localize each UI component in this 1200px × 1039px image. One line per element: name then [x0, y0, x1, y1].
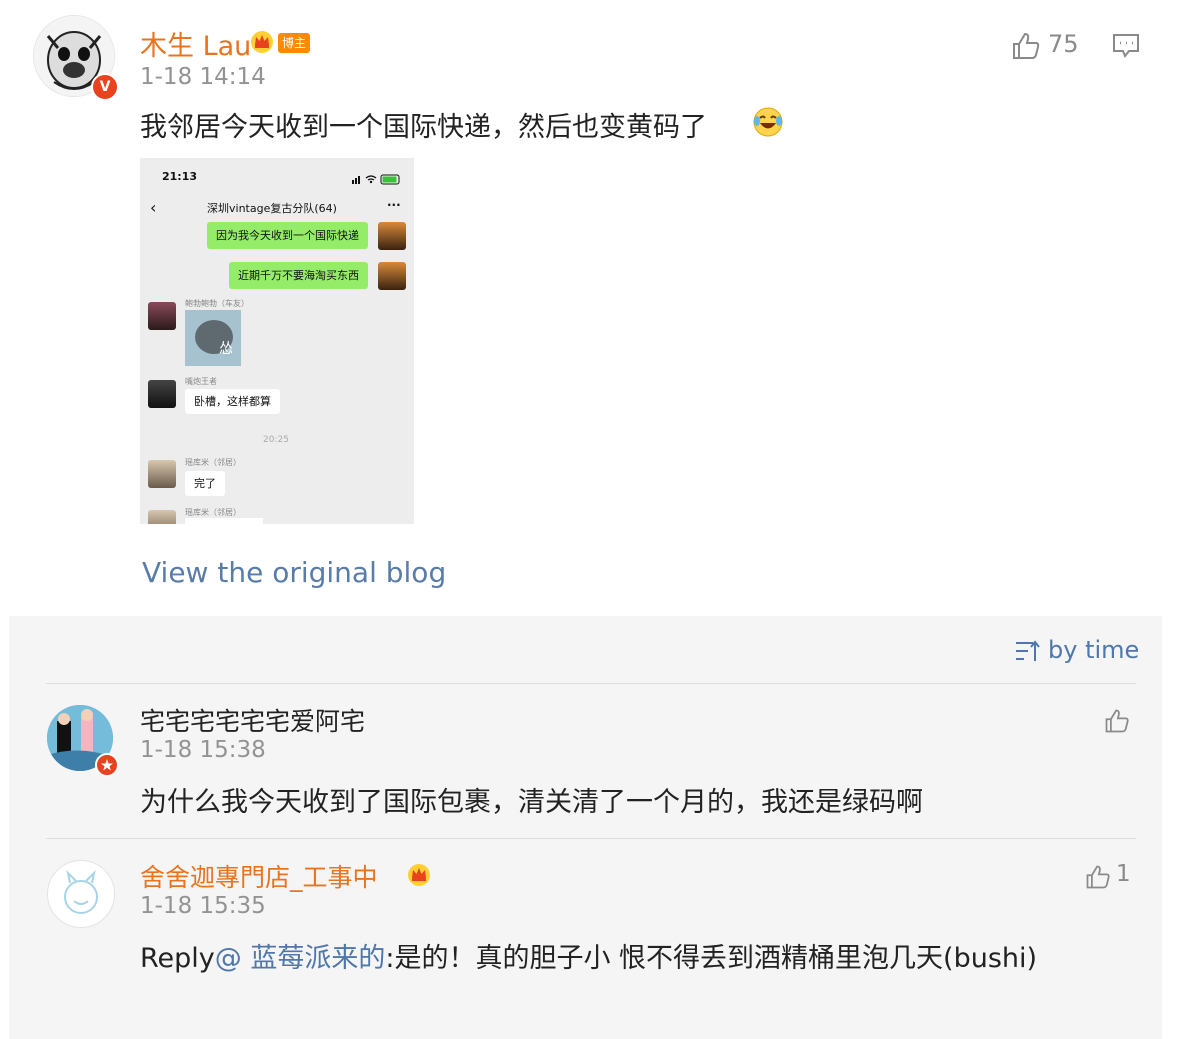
member-avatar: [148, 302, 176, 330]
chat-reply: 卧槽，这样都算: [185, 389, 280, 414]
status-time: 21:13: [162, 170, 198, 183]
comment-author-name[interactable]: 舍舍迦專門店_工事中: [140, 858, 378, 894]
comment-icon[interactable]: [1112, 33, 1140, 59]
chat-title: 深圳vintage复古分队(64): [207, 202, 337, 215]
chat-reply-partial: [185, 518, 263, 524]
comment-like-button[interactable]: [1103, 707, 1131, 735]
comment-text: Reply@ 蓝莓派来的:是的！真的胆子小 恨不得丢到酒精桶里泡几天(bushi…: [140, 936, 1060, 982]
self-avatar: [378, 262, 406, 290]
self-avatar: [378, 222, 406, 250]
reply-prefix: Reply: [140, 943, 215, 974]
comment-text: 为什么我今天收到了国际包裹，清关清了一个月的，我还是绿码啊: [140, 787, 923, 818]
post-author-name[interactable]: 木生 Lau: [140, 24, 251, 63]
status-icons: [352, 170, 402, 189]
sender-name: 鲍勃鲍勃（车友）: [185, 299, 249, 308]
sender-name: 瑶库米（邻居）: [185, 458, 241, 467]
verified-badge: V: [91, 73, 119, 101]
chat-message-2: 近期千万不要海淘买东西: [229, 262, 368, 289]
embedded-chat-screenshot[interactable]: 21:13 ‹ 深圳vintage复古分队(64) ··· 因为我今天收到一个国…: [140, 158, 414, 524]
member-avatar: [148, 460, 176, 488]
laughing-tears-emoji-icon: [752, 106, 784, 138]
crown-icon: [249, 28, 275, 54]
divider: [46, 683, 1136, 684]
post-text: 我邻居今天收到一个国际快递，然后也变黄码了: [140, 112, 707, 143]
comment-timestamp: 1-18 15:38: [140, 737, 266, 763]
sender-name: 嘴炮王者: [185, 377, 217, 386]
post-timestamp: 1-18 14:14: [140, 64, 266, 90]
member-avatar: [148, 510, 176, 524]
sender-name: 瑶库米（邻居）: [185, 508, 241, 517]
view-original-link[interactable]: View the original blog: [142, 556, 446, 589]
crown-icon: [406, 861, 432, 887]
reply-text: :是的！真的胆子小 恨不得丢到酒精桶里泡几天(bushi): [385, 943, 1038, 974]
chat-reply: 完了: [185, 471, 225, 496]
sticker-image: 怂: [185, 310, 241, 366]
mention-link[interactable]: @ 蓝莓派来的: [215, 943, 386, 974]
member-badge-icon: [95, 753, 119, 777]
divider: [46, 838, 1136, 839]
comment-timestamp: 1-18 15:35: [140, 893, 266, 919]
comment-avatar[interactable]: [47, 860, 115, 928]
back-chevron-icon[interactable]: ‹: [150, 198, 156, 217]
comment-like-count: 1: [1116, 861, 1131, 887]
chat-message-1: 因为我今天收到一个国际快递: [207, 222, 368, 249]
like-button[interactable]: [1010, 30, 1042, 62]
divider-time: 20:25: [263, 435, 289, 445]
sort-icon[interactable]: [1013, 637, 1041, 665]
like-count: 75: [1048, 30, 1079, 58]
member-avatar: [148, 380, 176, 408]
comment-author-name[interactable]: 宅宅宅宅宅宅爱阿宅: [140, 702, 365, 738]
more-icon[interactable]: ···: [387, 198, 401, 212]
host-badge: 博主: [278, 33, 310, 53]
sort-by-time-button[interactable]: by time: [1048, 636, 1139, 664]
sticker-char: 怂: [219, 341, 233, 357]
comment-like-button[interactable]: [1084, 863, 1112, 891]
